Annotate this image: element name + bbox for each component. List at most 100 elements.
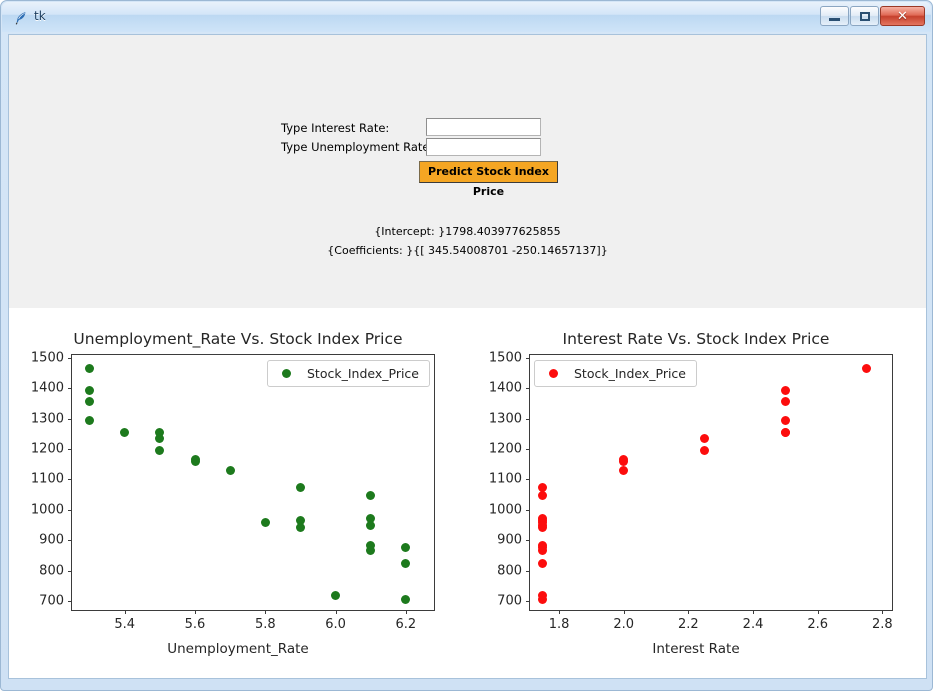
y-tick-mark — [526, 479, 530, 481]
data-point — [155, 446, 165, 456]
y-tick-mark — [68, 479, 72, 481]
x-tick-label: 2.0 — [613, 617, 635, 632]
x-tick-label: 2.6 — [807, 617, 828, 632]
data-point — [401, 559, 411, 569]
y-tick-mark — [68, 509, 72, 511]
x-tick-mark — [623, 610, 625, 614]
y-tick-label: 800 — [39, 563, 64, 579]
data-point — [225, 465, 235, 475]
legend-marker-icon — [282, 369, 291, 378]
window-controls: ✕ — [820, 6, 925, 26]
data-point — [780, 396, 790, 406]
x-tick-label: 2.8 — [871, 617, 893, 632]
data-point — [190, 454, 200, 464]
data-point — [366, 491, 376, 501]
interest-rate-label: Type Interest Rate: — [281, 121, 390, 135]
chart-title: Interest Rate Vs. Stock Index Price — [562, 330, 830, 348]
legend-label: Stock_Index_Price — [574, 366, 686, 381]
data-point — [780, 385, 790, 395]
legend-label: Stock_Index_Price — [307, 366, 419, 381]
data-point — [85, 416, 95, 426]
x-tick-mark — [265, 610, 267, 614]
data-point — [85, 385, 95, 395]
data-point — [700, 434, 710, 444]
y-tick-label: 1500 — [30, 350, 64, 366]
data-point — [85, 364, 95, 374]
y-tick-label: 1300 — [30, 411, 64, 427]
x-tick-mark — [753, 610, 755, 614]
y-tick-mark — [68, 449, 72, 451]
y-tick-label: 900 — [39, 532, 64, 548]
y-tick-mark — [526, 388, 530, 390]
plot-area: Stock_Index_Price 700 800 900 1000 1100 1200 1… — [489, 351, 893, 632]
x-tick-label: 5.4 — [114, 617, 136, 632]
close-icon: ✕ — [897, 8, 908, 24]
unemployment-vs-price-figure: Unemployment_Rate Vs. Stock Index Price … — [9, 308, 467, 678]
x-tick-mark — [195, 610, 196, 614]
window-title: tk — [34, 9, 46, 23]
data-point — [619, 454, 629, 464]
predict-stock-index-price-button[interactable]: Predict Stock Index Price — [419, 161, 558, 198]
x-tick-label: 2.2 — [678, 617, 699, 632]
y-tick-mark — [68, 388, 72, 390]
chart-legend: Stock_Index_Price — [267, 360, 430, 387]
x-tick-mark — [817, 610, 819, 614]
data-point — [366, 546, 376, 555]
data-point — [401, 542, 411, 552]
maximize-button[interactable] — [850, 6, 879, 26]
y-tick-label: 1100 — [30, 471, 64, 487]
interest-rate-input[interactable] — [426, 118, 541, 136]
data-point — [260, 518, 270, 528]
y-tick-mark — [526, 570, 530, 572]
x-tick-label: 5.8 — [254, 617, 276, 632]
y-tick-mark — [68, 358, 72, 360]
x-tick-label: 6.2 — [395, 617, 417, 632]
x-tick-mark — [688, 610, 690, 614]
y-tick-label: 800 — [497, 563, 522, 579]
feather-icon — [13, 10, 29, 26]
data-point — [120, 427, 130, 437]
title-bar[interactable]: tk ✕ — [2, 2, 931, 32]
data-point — [700, 446, 710, 456]
y-tick-label: 1200 — [488, 441, 522, 457]
unemployment-rate-label: Type Unemployment Rate: — [281, 140, 434, 154]
chart-title: Unemployment_Rate Vs. Stock Index Price — [73, 330, 403, 348]
y-tick-mark — [68, 570, 72, 572]
y-tick-label: 1300 — [488, 411, 522, 427]
minimize-icon — [829, 18, 840, 21]
x-tick-mark — [882, 610, 884, 614]
data-point — [366, 520, 376, 530]
data-point — [155, 434, 165, 444]
data-point — [85, 396, 95, 406]
x-tick-mark — [124, 610, 126, 614]
y-tick-label: 1400 — [30, 380, 64, 396]
intercept-result: {Intercept: }1798.403977625855 — [374, 225, 561, 238]
y-tick-label: 1000 — [488, 502, 522, 518]
y-tick-label: 700 — [497, 593, 522, 609]
unemployment-rate-input[interactable] — [426, 138, 541, 156]
chart-legend: Stock_Index_Price — [534, 360, 697, 387]
close-button[interactable]: ✕ — [880, 6, 925, 26]
y-tick-label: 1500 — [488, 350, 522, 366]
data-point — [295, 482, 305, 492]
y-tick-mark — [526, 418, 530, 420]
interest-vs-price-figure: Interest Rate Vs. Stock Index Price Stoc… — [467, 308, 925, 678]
x-tick-mark — [559, 610, 561, 614]
application-window: tk ✕ Type Interest Rate: Type Unemployme… — [0, 0, 933, 691]
maximize-icon — [859, 11, 870, 21]
x-tick-label: 6.0 — [325, 617, 346, 632]
charts-area: Unemployment_Rate Vs. Stock Index Price … — [9, 308, 926, 678]
data-point — [780, 428, 790, 438]
data-point — [295, 522, 305, 532]
data-point — [538, 559, 548, 569]
x-axis-label: Interest Rate — [652, 641, 740, 657]
y-tick-label: 1400 — [488, 380, 522, 396]
y-tick-label: 1100 — [488, 471, 522, 487]
data-point — [861, 364, 871, 374]
legend-marker-icon — [549, 369, 558, 378]
minimize-button[interactable] — [820, 6, 849, 26]
coefficients-result: {Coefficients: }{[ 345.54008701 -250.146… — [327, 244, 608, 257]
y-tick-label: 700 — [39, 593, 64, 609]
y-tick-label: 1200 — [30, 441, 64, 457]
y-tick-mark — [526, 449, 530, 451]
